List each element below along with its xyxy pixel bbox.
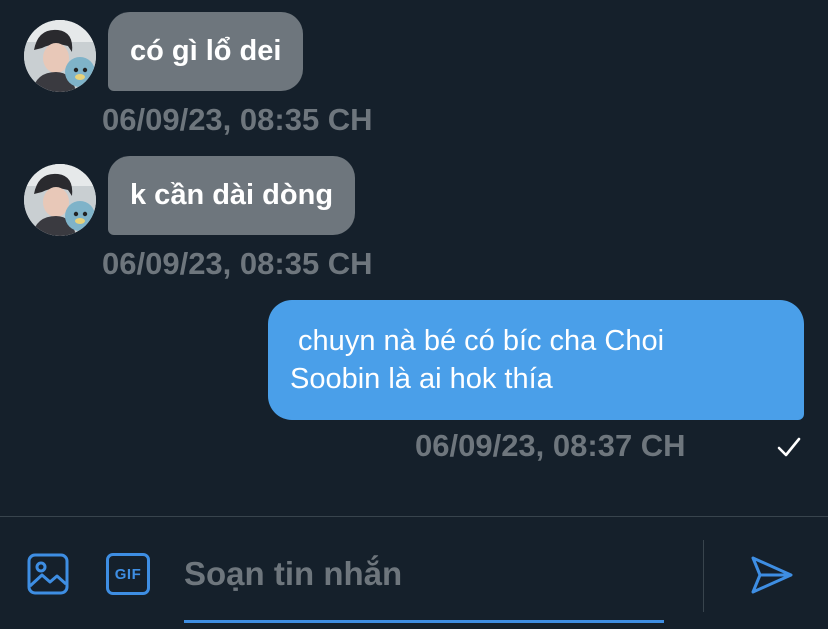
message-timestamp: 06/09/23, 08:35 CH: [102, 102, 373, 137]
sender-avatar[interactable]: [24, 20, 96, 92]
message-text-line: Soobin là ai hok thía: [290, 363, 553, 395]
incoming-message-bubble[interactable]: có gì lổ dei: [108, 12, 304, 91]
message-input[interactable]: Soạn tin nhắn: [184, 545, 664, 623]
image-icon[interactable]: [26, 552, 70, 596]
avatar-image: [24, 20, 96, 92]
message-text: k cần dài dòng: [130, 179, 334, 211]
send-icon[interactable]: [750, 555, 794, 595]
outgoing-message-bubble[interactable]: chuyn nà bé có bíc cha Choi Soobin là ai…: [268, 300, 804, 420]
composer-divider: [0, 516, 828, 517]
check-icon: [777, 437, 801, 457]
incoming-message-bubble[interactable]: k cần dài dòng: [108, 156, 356, 235]
message-input-placeholder: Soạn tin nhắn: [184, 555, 403, 592]
message-text-line: chuyn nà bé có bíc cha Choi: [290, 325, 665, 357]
gif-label: GIF: [114, 565, 142, 583]
message-timestamp: 06/09/23, 08:37 CH: [415, 428, 686, 463]
sender-avatar[interactable]: [24, 164, 96, 236]
gif-icon[interactable]: GIF: [106, 553, 150, 595]
message-text: có gì lổ dei: [130, 35, 282, 67]
composer-separator: [703, 540, 704, 612]
avatar-image: [24, 164, 96, 236]
input-focus-underline: [184, 620, 664, 623]
message-timestamp: 06/09/23, 08:35 CH: [102, 246, 373, 281]
